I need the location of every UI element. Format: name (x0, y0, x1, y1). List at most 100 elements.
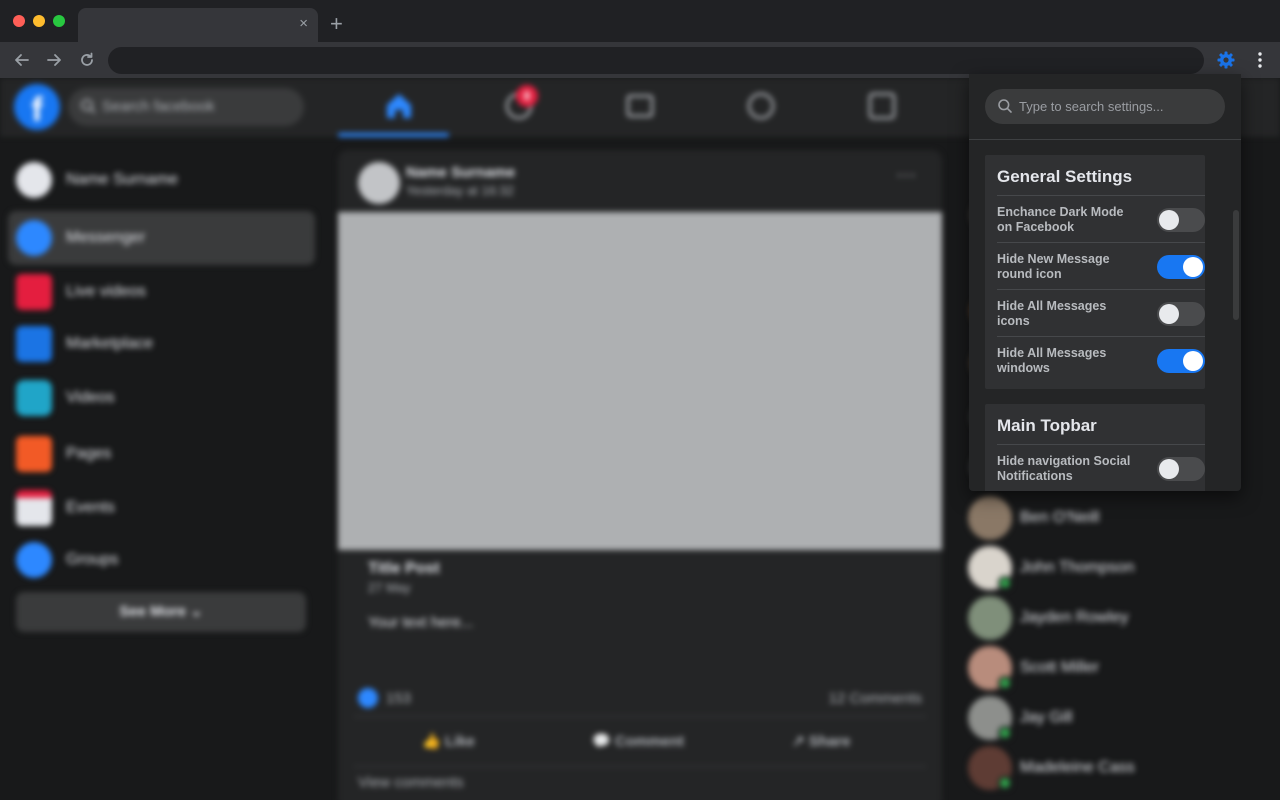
toggle-knob (1159, 210, 1179, 230)
marketplace-icon[interactable] (624, 90, 656, 122)
left-menu-label: Videos (66, 389, 115, 406)
like-button[interactable]: 👍 Like (422, 732, 475, 750)
settings-list[interactable]: General Settings Enchance Dark Mode on F… (969, 140, 1241, 491)
online-status-dot (998, 776, 1012, 790)
facebook-search-placeholder: Search facebook (102, 98, 215, 115)
live-icon (16, 274, 52, 310)
facebook-search-input[interactable]: Search facebook (68, 88, 304, 126)
home-icon[interactable] (383, 90, 415, 122)
divider (354, 716, 926, 717)
post-comments-count[interactable]: 12 Comments (829, 690, 922, 707)
facebook-logo[interactable]: f (14, 84, 60, 130)
search-icon (81, 99, 96, 114)
contact-item[interactable]: Jay Gill (968, 696, 1268, 746)
setting-row: Hide All Messages windows (997, 336, 1205, 383)
settings-section-general: General Settings Enchance Dark Mode on F… (985, 155, 1205, 389)
hide-new-message-icon-toggle[interactable] (1157, 255, 1205, 279)
browser-menu-icon[interactable] (1250, 50, 1270, 70)
avatar (16, 162, 52, 198)
comment-icon: 💬 (592, 733, 615, 750)
avatar[interactable] (358, 162, 400, 204)
browser-toolbar (0, 42, 1280, 78)
video-icon (16, 380, 52, 416)
left-menu-profile[interactable]: Name Surname (8, 153, 315, 207)
close-tab-icon[interactable]: × (299, 15, 308, 33)
forward-icon[interactable] (44, 50, 64, 70)
groups-icon[interactable] (745, 90, 777, 122)
section-title: Main Topbar (997, 416, 1097, 435)
new-tab-button[interactable]: + (330, 11, 343, 37)
home-tab-indicator (338, 133, 449, 137)
avatar (968, 596, 1012, 640)
back-icon[interactable] (12, 50, 32, 70)
close-window-button[interactable] (13, 15, 25, 27)
left-menu-messenger[interactable]: Messenger (8, 211, 315, 265)
settings-search-bar (969, 74, 1241, 140)
address-bar[interactable] (108, 47, 1204, 74)
hide-messages-icons-toggle[interactable] (1157, 302, 1205, 326)
gaming-icon[interactable] (866, 90, 898, 122)
settings-section-main-topbar: Main Topbar Hide navigation Social Notif… (985, 404, 1205, 491)
see-more-label: See More (119, 603, 186, 620)
post-text: Your text here... (368, 614, 474, 631)
contact-item[interactable]: Ben O'Neill (968, 496, 1268, 546)
setting-label: Enchance Dark Mode on Facebook (997, 205, 1124, 234)
contact-name: John Thompson (1020, 559, 1135, 576)
post-image[interactable] (338, 212, 942, 550)
see-more-button[interactable]: See More ⌄ (16, 592, 306, 632)
toggle-knob (1183, 257, 1203, 277)
toggle-knob (1183, 351, 1203, 371)
left-menu-label: Messenger (66, 229, 146, 246)
calendar-icon (16, 490, 52, 526)
left-menu-marketplace[interactable]: Marketplace (8, 317, 315, 371)
hide-messages-windows-toggle[interactable] (1157, 349, 1205, 373)
left-menu-label: Marketplace (66, 335, 154, 352)
marketplace-icon (16, 326, 52, 362)
setting-row: Enchance Dark Mode on Facebook (997, 195, 1205, 242)
avatar (968, 496, 1012, 540)
post-author[interactable]: Name Surname (406, 164, 515, 181)
scrollbar[interactable] (1233, 210, 1239, 320)
contact-name: Madeleine Cass (1020, 759, 1135, 776)
post-date: 27 May (368, 580, 411, 595)
browser-tab[interactable]: × (78, 8, 318, 42)
hide-social-notifications-toggle[interactable] (1157, 457, 1205, 481)
post-time[interactable]: Yesterday at 16:32 (406, 183, 514, 198)
setting-label: Hide navigation Social Notifications (997, 454, 1131, 483)
comment-button[interactable]: 💬 Comment (592, 732, 684, 750)
thumbs-up-icon: 👍 (422, 733, 445, 750)
feed-post: Name Surname Yesterday at 16:32 ··· Titl… (338, 150, 942, 800)
left-menu-pages[interactable]: Pages (8, 427, 315, 481)
contact-item[interactable]: Jayden Rowley (968, 596, 1268, 646)
setting-row: Hide All Messages icons (997, 289, 1205, 336)
left-menu-videos[interactable]: Videos (8, 371, 315, 425)
left-menu-events[interactable]: Events (8, 481, 315, 535)
maximize-window-button[interactable] (53, 15, 65, 27)
setting-row: Hide New Message round icon (997, 242, 1205, 289)
share-button[interactable]: ↗ Share (792, 732, 850, 750)
left-menu-groups[interactable]: Groups (8, 533, 315, 587)
view-comments-link[interactable]: View comments (358, 774, 464, 791)
toggle-knob (1159, 304, 1179, 324)
setting-label: Hide All Messages windows (997, 346, 1107, 375)
contact-name: Ben O'Neill (1020, 509, 1100, 526)
setting-label: Hide New Message round icon (997, 252, 1110, 281)
contact-item[interactable]: Scott Miller (968, 646, 1268, 696)
minimize-window-button[interactable] (33, 15, 45, 27)
contact-item[interactable]: Madeleine Cass (968, 746, 1268, 796)
browser-tabstrip: × + (0, 0, 1280, 42)
share-label: Share (808, 733, 851, 750)
enhance-dark-mode-toggle[interactable] (1157, 208, 1205, 232)
online-status-dot (998, 576, 1012, 590)
reload-icon[interactable] (77, 50, 97, 70)
contact-item[interactable]: John Thompson (968, 546, 1268, 596)
settings-search-input[interactable] (985, 89, 1225, 124)
left-menu-label: Name Surname (66, 171, 179, 188)
pages-icon (16, 436, 52, 472)
like-reaction-icon (358, 688, 378, 708)
post-likes-count[interactable]: 153 (386, 690, 411, 707)
left-menu-label: Live videos (66, 283, 147, 300)
extension-gear-icon[interactable] (1216, 50, 1236, 70)
post-more-icon[interactable]: ··· (896, 164, 916, 187)
left-menu-live-videos[interactable]: Live videos (8, 265, 315, 319)
